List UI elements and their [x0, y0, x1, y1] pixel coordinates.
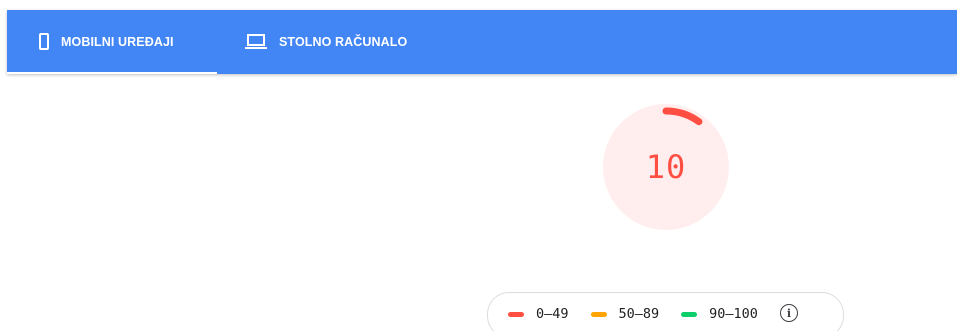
- legend-item-fail: 0–49: [508, 306, 569, 322]
- legend-label-fail: 0–49: [536, 306, 569, 322]
- tab-mobile[interactable]: MOBILNI UREĐAJI: [7, 10, 217, 74]
- phone-icon: [39, 33, 49, 50]
- active-tab-indicator: [7, 72, 217, 74]
- legend-label-average: 50–89: [618, 306, 660, 322]
- tab-desktop-label: STOLNO RAČUNALO: [279, 35, 408, 49]
- device-tab-bar: MOBILNI UREĐAJI STOLNO RAČUNALO: [7, 10, 957, 74]
- legend-item-pass: 90–100: [681, 306, 758, 322]
- page: MOBILNI UREĐAJI STOLNO RAČUNALO 10 0–49 …: [0, 0, 957, 331]
- legend-swatch-average: [590, 311, 607, 317]
- laptop-icon: [245, 34, 267, 50]
- info-icon[interactable]: i: [779, 304, 798, 322]
- legend-item-average: 50–89: [590, 306, 660, 322]
- legend-label-pass: 90–100: [709, 306, 758, 322]
- score-value: 10: [645, 148, 687, 186]
- legend-swatch-pass: [681, 311, 698, 317]
- score-legend: 0–49 50–89 90–100 i: [487, 292, 844, 331]
- tab-desktop[interactable]: STOLNO RAČUNALO: [237, 10, 407, 74]
- performance-score-gauge: 10: [603, 104, 729, 230]
- tab-mobile-label: MOBILNI UREĐAJI: [61, 35, 174, 49]
- legend-swatch-fail: [508, 311, 524, 317]
